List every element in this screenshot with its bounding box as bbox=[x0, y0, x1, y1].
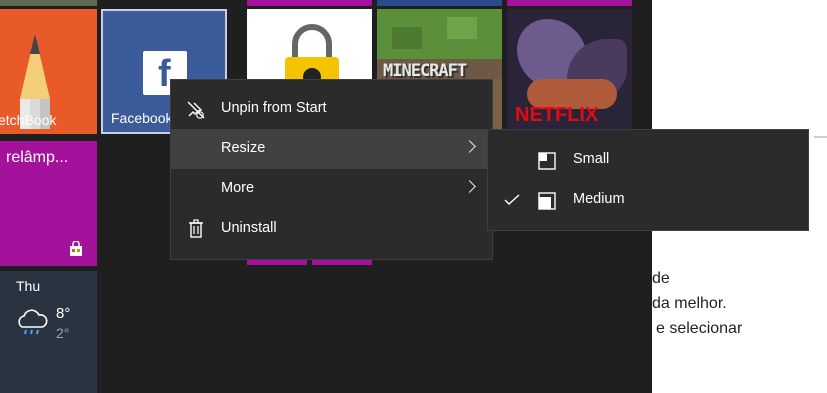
trash-icon bbox=[189, 219, 203, 238]
weather-low-temp: 2° bbox=[56, 325, 70, 341]
weather-day: Thu bbox=[16, 278, 41, 294]
netflix-tile[interactable]: NETFLIX bbox=[507, 9, 632, 134]
tile-title: relâmp... bbox=[6, 149, 69, 166]
document-text-line: da melhor. bbox=[652, 295, 727, 312]
tile-label: etchBook bbox=[0, 112, 57, 128]
submenu-item-label: Medium bbox=[573, 191, 625, 207]
grass-block-graphic bbox=[447, 17, 477, 39]
store-bag-icon bbox=[70, 241, 82, 256]
menu-item-label: Uninstall bbox=[221, 220, 277, 236]
resize-submenu: Small Medium bbox=[487, 129, 809, 231]
document-text-line: de bbox=[652, 270, 670, 287]
store-promo-tile[interactable]: relâmp... bbox=[0, 141, 97, 266]
tile-edge bbox=[507, 0, 632, 6]
menu-item-unpin[interactable]: Unpin from Start bbox=[171, 89, 492, 129]
weather-high-temp: 8° bbox=[56, 305, 71, 322]
tile-edge bbox=[377, 0, 502, 6]
menu-item-uninstall[interactable]: Uninstall bbox=[171, 209, 492, 249]
tile-label: Facebook bbox=[111, 110, 173, 126]
size-small-icon bbox=[538, 152, 556, 170]
tile-edge bbox=[247, 0, 372, 6]
tile-context-menu: Unpin from Start Resize More Uninstall bbox=[170, 79, 493, 260]
sketchbook-tile[interactable]: etchBook bbox=[0, 9, 97, 134]
submenu-item-label: Small bbox=[573, 151, 610, 167]
tile-edge bbox=[0, 0, 97, 6]
checkmark-icon bbox=[504, 194, 520, 205]
menu-item-label: More bbox=[221, 180, 255, 196]
minecraft-logo: MINECRAFT bbox=[383, 61, 467, 81]
unpin-icon bbox=[187, 101, 205, 119]
menu-item-label: Unpin from Start bbox=[221, 100, 327, 116]
grass-block-graphic bbox=[392, 27, 422, 49]
weather-tile[interactable]: Thu 8° 2° bbox=[0, 271, 97, 393]
size-medium-icon bbox=[538, 192, 556, 210]
submenu-item-small[interactable]: Small bbox=[488, 140, 808, 180]
menu-item-label: Resize bbox=[221, 140, 266, 156]
menu-item-resize[interactable]: Resize bbox=[171, 129, 492, 169]
submenu-item-medium[interactable]: Medium bbox=[488, 180, 808, 220]
chevron-right-icon bbox=[463, 140, 476, 153]
document-text-line: e selecionar bbox=[656, 320, 743, 337]
rain-cloud-icon bbox=[18, 309, 48, 335]
chevron-right-icon bbox=[463, 180, 476, 193]
document-divider bbox=[814, 136, 827, 138]
menu-item-more[interactable]: More bbox=[171, 169, 492, 209]
netflix-logo: NETFLIX bbox=[515, 104, 599, 126]
